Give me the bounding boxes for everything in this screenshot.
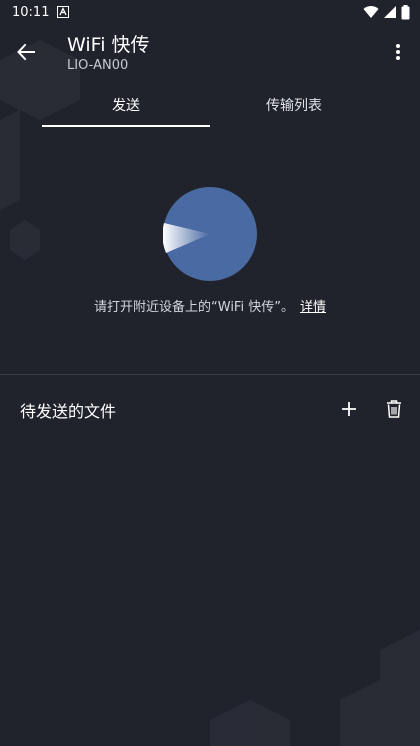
hint-text: 请打开附近设备上的“WiFi 快传”。 <box>94 300 294 315</box>
radar-scan-icon <box>163 187 257 281</box>
wifi-icon <box>363 6 379 19</box>
status-time: 10:11 <box>12 4 50 20</box>
signal-icon <box>384 6 396 18</box>
device-name: LIO-AN00 <box>67 58 129 73</box>
delete-files-button[interactable] <box>381 396 407 422</box>
section-divider <box>0 374 420 375</box>
more-options-button[interactable] <box>384 36 412 68</box>
back-arrow-icon <box>17 43 35 61</box>
back-button[interactable] <box>10 36 42 68</box>
pending-files-header: 待发送的文件 <box>0 388 420 430</box>
app-bar: WiFi 快传 LIO-AN00 <box>0 24 420 80</box>
more-vertical-icon <box>396 44 400 60</box>
tab-indicator <box>42 125 210 127</box>
tab-bar: 发送 传输列表 <box>0 82 420 128</box>
hint-row: 请打开附近设备上的“WiFi 快传”。 详情 <box>0 296 420 315</box>
tab-transfer-list[interactable]: 传输列表 <box>210 82 378 128</box>
add-file-button[interactable] <box>336 396 362 422</box>
send-panel: 请打开附近设备上的“WiFi 快传”。 详情 <box>0 128 420 374</box>
page-title: WiFi 快传 <box>67 34 150 56</box>
status-bar: 10:11 <box>0 0 420 24</box>
plus-icon <box>342 402 356 416</box>
details-link[interactable]: 详情 <box>300 300 326 315</box>
notification-a-icon <box>57 6 70 18</box>
pending-files-title: 待发送的文件 <box>20 402 117 421</box>
battery-icon <box>401 4 410 19</box>
tab-send[interactable]: 发送 <box>42 82 210 128</box>
trash-icon <box>387 400 401 418</box>
